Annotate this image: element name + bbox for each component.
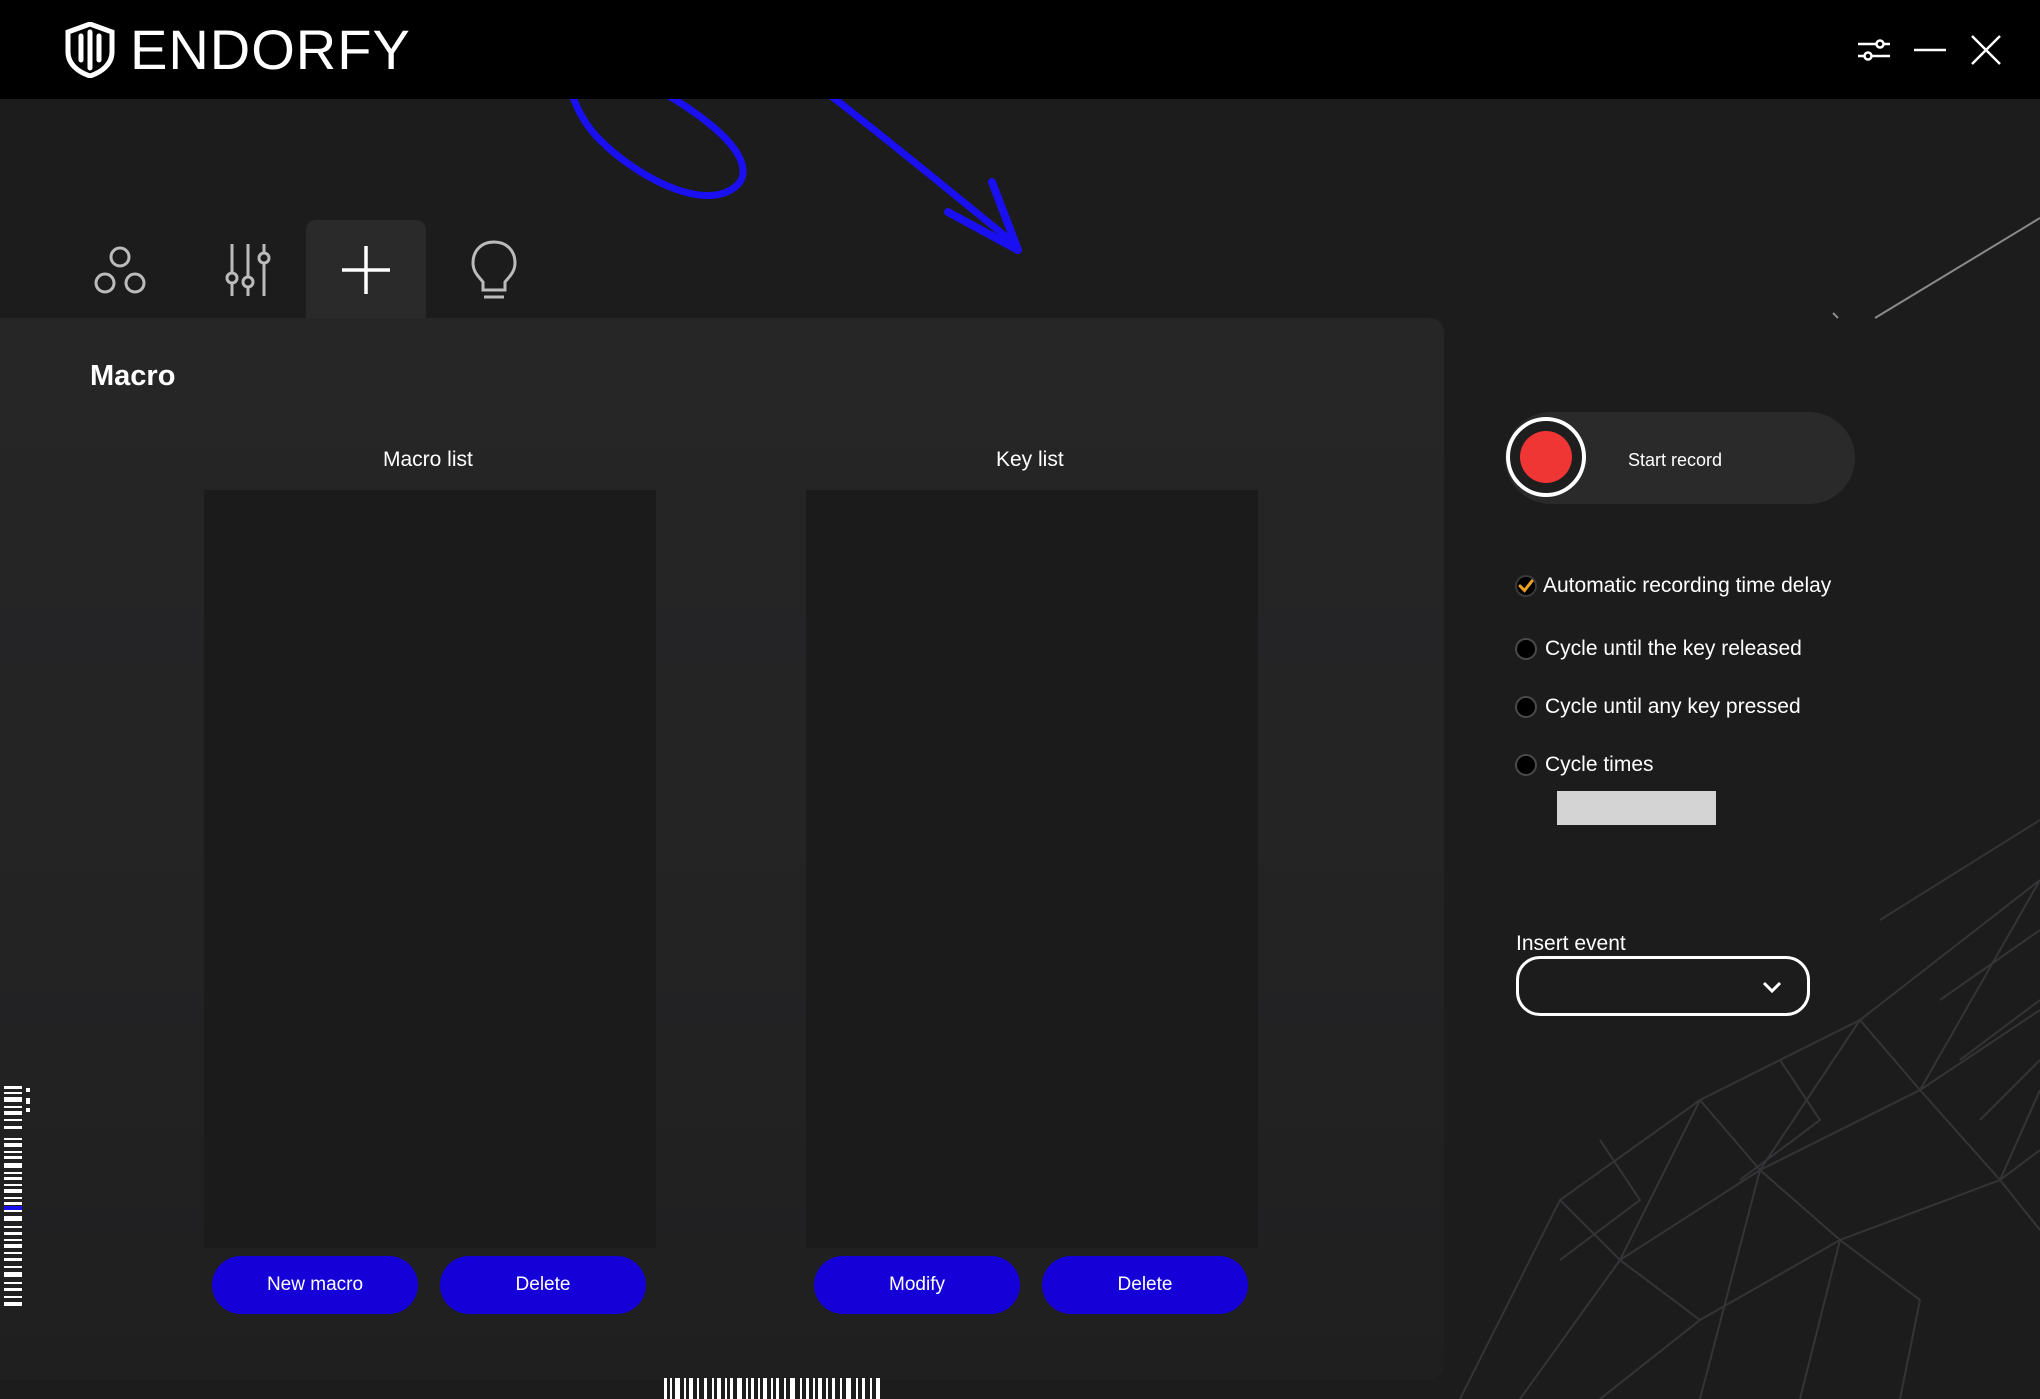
new-macro-button[interactable]: New macro <box>212 1256 418 1314</box>
endorfy-logo-icon <box>65 22 115 78</box>
key-list-label: Key list <box>996 448 1064 471</box>
macro-list[interactable] <box>204 490 656 1248</box>
start-record-label: Start record <box>1628 450 1723 470</box>
radio-button[interactable] <box>1515 638 1537 660</box>
checkmark-icon <box>1518 579 1534 593</box>
barcode-decoration <box>4 1086 30 1306</box>
lightbulb-icon <box>471 240 517 299</box>
delete-macro-button[interactable]: Delete <box>440 1256 646 1314</box>
cycle-released-radio[interactable]: Cycle until the key released <box>1515 634 1802 664</box>
chevron-down-icon <box>1762 981 1782 994</box>
tab-macro[interactable] <box>306 220 426 320</box>
auto-delay-checkbox[interactable]: Automatic recording time delay <box>1515 571 1831 601</box>
tab-profiles[interactable] <box>60 220 180 320</box>
app-logo: ENDORFY <box>64 22 411 78</box>
cycle-times-label: Cycle times <box>1545 753 1654 776</box>
barcode-decoration-bottom <box>664 1378 880 1399</box>
minimize-button[interactable] <box>1910 30 1950 70</box>
section-title: Macro <box>90 360 176 392</box>
close-icon <box>1971 35 2001 65</box>
insert-event-label: Insert event <box>1516 932 1626 955</box>
cycle-times-radio[interactable]: Cycle times <box>1515 750 1654 780</box>
radio-button[interactable] <box>1515 696 1537 718</box>
modify-key-button[interactable]: Modify <box>814 1256 1020 1314</box>
close-button[interactable] <box>1966 30 2006 70</box>
sliders-icon <box>1858 39 1890 61</box>
tab-lighting[interactable] <box>434 220 554 320</box>
brand-name: ENDORFY <box>130 18 411 81</box>
tab-settings[interactable] <box>188 220 308 320</box>
auto-delay-label: Automatic recording time delay <box>1543 574 1832 597</box>
cycle-times-input[interactable] <box>1557 791 1716 825</box>
record-dot-icon[interactable] <box>1520 431 1572 483</box>
sliders-vertical-icon <box>225 244 271 296</box>
delete-key-button[interactable]: Delete <box>1042 1256 1248 1314</box>
title-bar: ENDORFY <box>0 0 2040 99</box>
cycle-released-label: Cycle until the key released <box>1545 637 1802 660</box>
cycle-any-key-label: Cycle until any key pressed <box>1545 695 1801 718</box>
insert-event-dropdown[interactable] <box>1516 956 1810 1016</box>
key-list[interactable] <box>806 490 1258 1248</box>
minimize-icon <box>1914 48 1946 52</box>
cycle-any-key-radio[interactable]: Cycle until any key pressed <box>1515 692 1801 722</box>
plus-icon <box>342 246 390 294</box>
checkbox-checked[interactable] <box>1515 575 1537 597</box>
macro-list-label: Macro list <box>383 448 473 471</box>
circles-icon <box>94 246 146 294</box>
settings-button[interactable] <box>1854 30 1894 70</box>
radio-button[interactable] <box>1515 754 1537 776</box>
